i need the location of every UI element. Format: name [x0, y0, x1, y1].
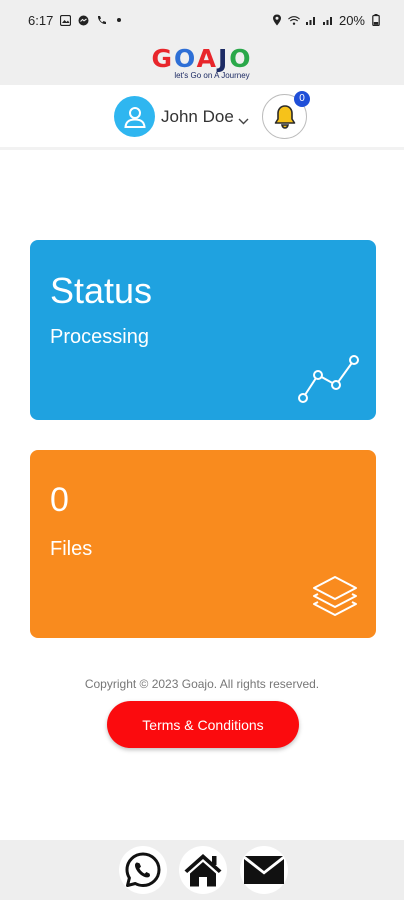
signal-icon — [322, 14, 334, 26]
gallery-icon — [59, 14, 71, 26]
copyright-text: Copyright © 2023 Goajo. All rights reser… — [84, 677, 320, 691]
logo-tagline: let's Go on A Journey — [174, 70, 250, 80]
home-button[interactable] — [179, 846, 227, 894]
status-card-title: Status — [50, 270, 153, 311]
messenger-icon — [77, 14, 89, 26]
dot-icon — [113, 14, 125, 26]
files-card-count: 0 — [50, 481, 69, 519]
user-name[interactable]: John Doe — [161, 107, 234, 127]
status-bar: 6:17 20% — [0, 0, 404, 40]
home-icon — [184, 854, 222, 887]
files-card[interactable]: 0 Files — [30, 450, 376, 638]
battery-percent: 20% — [338, 12, 365, 28]
whatsapp-icon — [125, 852, 161, 887]
chevron-down-icon[interactable] — [238, 112, 249, 130]
status-card[interactable]: Status Processing — [30, 240, 376, 420]
layers-icon — [313, 576, 357, 616]
mail-button[interactable] — [240, 846, 288, 894]
user-avatar-icon[interactable] — [114, 96, 155, 137]
wifi-icon — [288, 14, 300, 26]
files-card-label: Files — [50, 538, 93, 560]
goajo-logo[interactable]: GOAJO let's Go on A Journey — [151, 46, 252, 80]
status-card-value: Processing — [50, 326, 149, 348]
notification-count-badge: 0 — [294, 91, 310, 107]
location-icon — [271, 14, 283, 26]
battery-icon — [370, 14, 382, 26]
whatsapp-button[interactable] — [119, 846, 167, 894]
logo-wordmark: GOAJO — [151, 43, 253, 73]
line-chart-icon — [298, 355, 359, 403]
app-screen: 6:17 20% GOAJO let's Go on A Journey Joh… — [0, 0, 404, 900]
terms-conditions-button[interactable]: Terms & Conditions — [107, 701, 299, 748]
app-header: GOAJO let's Go on A Journey — [0, 40, 404, 85]
mail-icon — [244, 856, 284, 884]
phone-icon — [95, 14, 107, 26]
bell-icon — [274, 104, 295, 129]
signal-icon — [305, 14, 317, 26]
clock: 6:17 — [28, 12, 54, 28]
